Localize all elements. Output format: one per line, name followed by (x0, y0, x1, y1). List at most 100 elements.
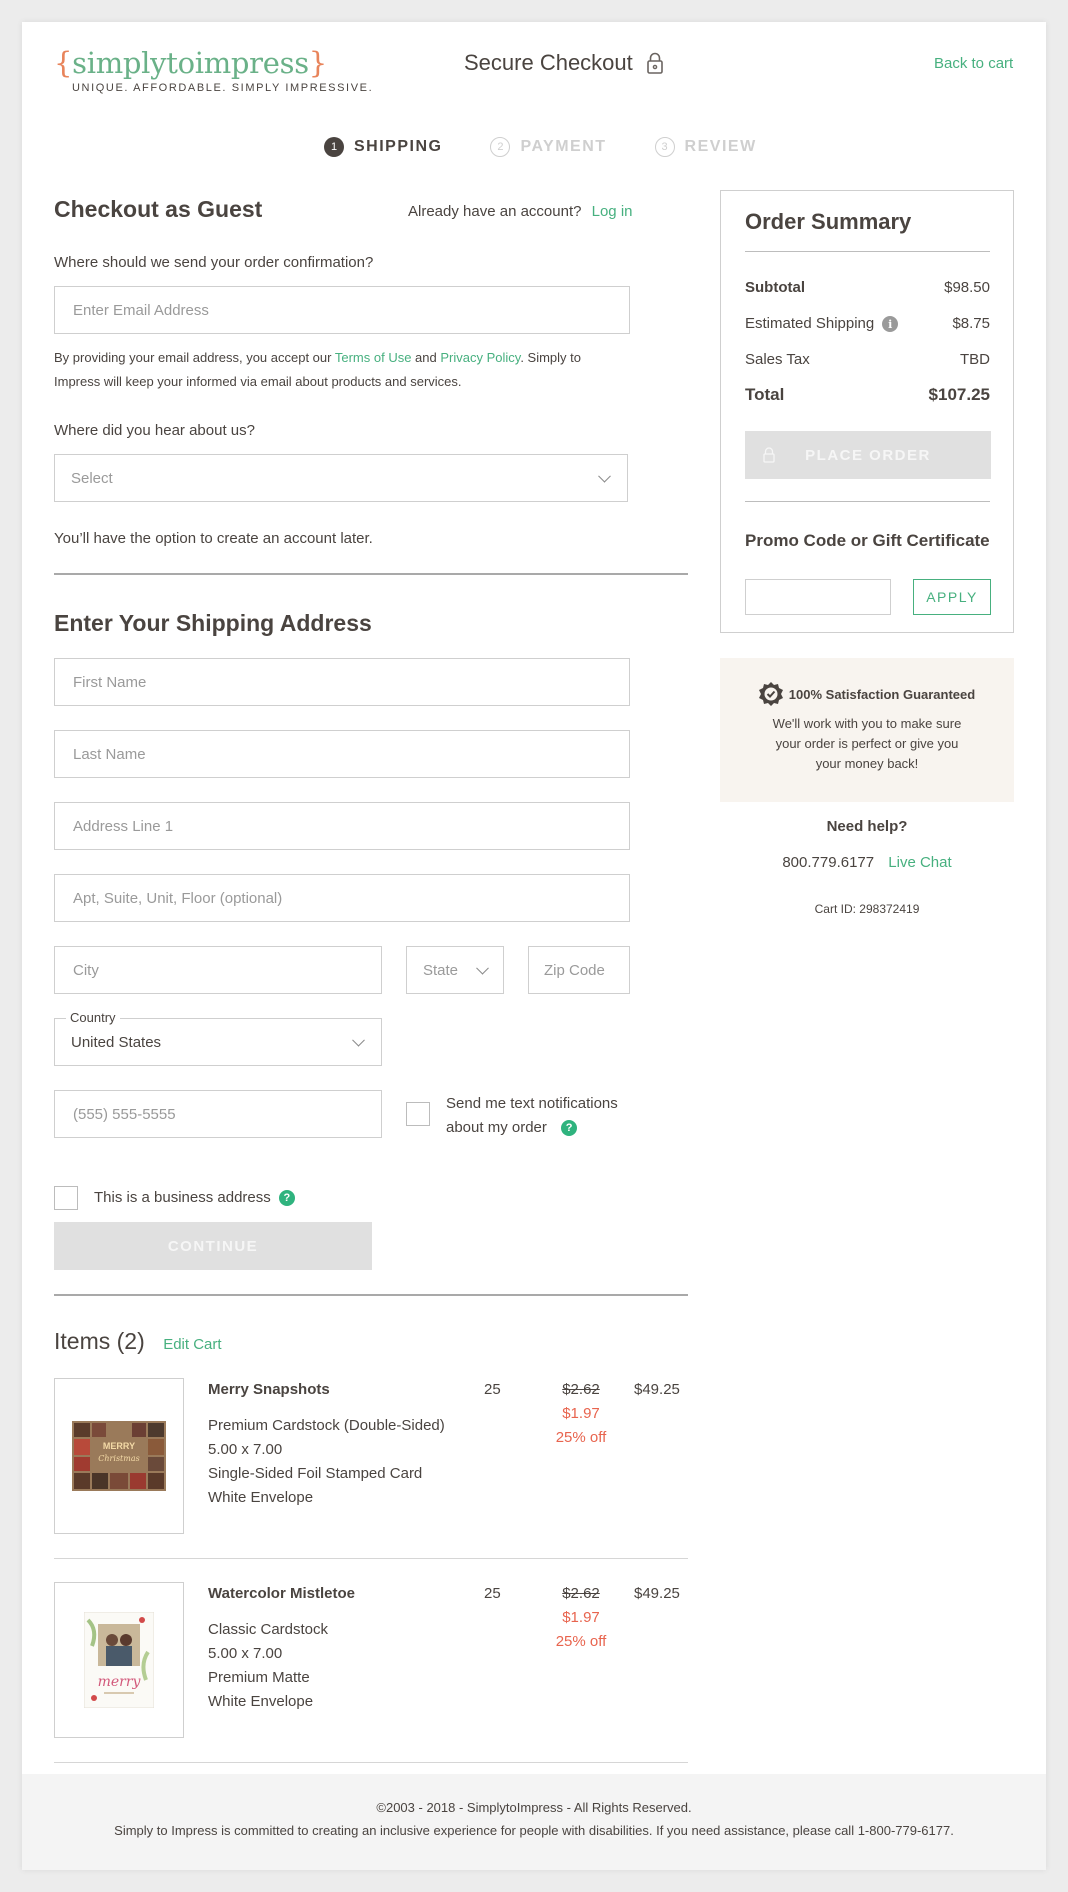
help-phone[interactable]: 800.779.6177 (782, 854, 874, 871)
item-details: Merry Snapshots Premium Cardstock (Doubl… (208, 1378, 445, 1510)
total-value: $107.25 (928, 385, 990, 404)
country-select[interactable]: United States (54, 1018, 382, 1066)
item-unit-price: $2.62 $1.97 25% off (546, 1378, 616, 1450)
section-divider (54, 1294, 688, 1296)
original-price: $2.62 (562, 1585, 600, 1602)
disclaimer-text: By providing your email address, you acc… (54, 350, 335, 365)
chevron-down-icon (352, 1033, 365, 1047)
guarantee-title-row: 100% Satisfaction Guaranteed (720, 682, 1014, 706)
product-detail: Classic Cardstock (208, 1621, 329, 1638)
product-detail: 5.00 x 7.00 (208, 1645, 283, 1662)
step-review[interactable]: 3 REVIEW (654, 137, 757, 157)
email-question: Where should we send your order confirma… (54, 254, 374, 271)
page-title: Secure Checkout (464, 50, 633, 75)
item-divider (54, 1762, 688, 1763)
guarantee-text: We'll work with you to make sure your or… (720, 714, 1014, 774)
step-label: PAYMENT (520, 138, 607, 155)
merry-snapshots-card-image: MERRY Christmas (72, 1421, 166, 1491)
info-icon[interactable]: i (882, 316, 899, 333)
step-number: 3 (654, 137, 675, 157)
shipping-heading: Enter Your Shipping Address (54, 610, 372, 636)
step-payment[interactable]: 2 PAYMENT (490, 137, 606, 157)
subtotal-row: Subtotal $98.50 (745, 279, 990, 296)
total-label: Total (745, 385, 785, 404)
total-row: Total $107.25 (745, 385, 990, 405)
step-label: SHIPPING (354, 138, 443, 155)
disclaimer-text: and (411, 350, 441, 365)
terms-link[interactable]: Terms of Use (335, 350, 412, 365)
product-detail: 5.00 x 7.00 (208, 1441, 283, 1458)
item-quantity: 25 (484, 1585, 501, 1602)
edit-cart-link[interactable]: Edit Cart (163, 1336, 221, 1353)
promo-code-input[interactable] (745, 579, 891, 615)
hear-about-select[interactable]: Select (54, 454, 628, 502)
guarantee-line: your order is perfect or give you (775, 736, 959, 751)
zip-code-field[interactable] (528, 946, 630, 994)
help-icon[interactable]: ? (561, 1120, 578, 1137)
checkout-page: {simplytoimpress} UNIQUE. AFFORDABLE. SI… (22, 22, 1046, 1870)
accessibility-note: Simply to Impress is committed to creati… (114, 1823, 954, 1838)
country-label: Country (66, 1010, 120, 1025)
account-prompt: Already have an account? Log in (408, 203, 633, 220)
first-name-field[interactable] (54, 658, 630, 706)
section-divider (54, 573, 688, 575)
secure-checkout-title: Secure Checkout (464, 50, 663, 76)
phone-field[interactable] (54, 1090, 382, 1138)
item-total: $49.25 (634, 1585, 680, 1602)
chevron-down-icon (476, 961, 489, 975)
watercolor-mistletoe-card-image: merry (84, 1612, 154, 1708)
business-address-text: This is a business address (94, 1189, 271, 1206)
address-line2-field[interactable] (54, 874, 630, 922)
select-value: State (423, 961, 459, 979)
continue-button[interactable]: CONTINUE (54, 1222, 372, 1270)
apply-button[interactable]: APPLY (913, 579, 991, 615)
sale-price: $1.97 (562, 1405, 600, 1422)
items-header: Items (2) Edit Cart (54, 1328, 222, 1355)
card-text: merry (98, 1674, 142, 1690)
need-help-heading: Need help? (826, 818, 908, 835)
select-value: United States (71, 1033, 162, 1051)
help-icon[interactable]: ? (278, 1190, 295, 1207)
product-name: Merry Snapshots (208, 1381, 330, 1398)
login-link[interactable]: Log in (592, 203, 633, 220)
city-field[interactable] (54, 946, 382, 994)
back-to-cart-link[interactable]: Back to cart (934, 55, 1013, 72)
privacy-link[interactable]: Privacy Policy (440, 350, 520, 365)
state-select[interactable]: State (406, 946, 504, 994)
place-order-label: PLACE ORDER (805, 446, 931, 464)
account-later-note: You’ll have the option to create an acco… (54, 530, 373, 547)
subtotal-label: Subtotal (745, 279, 805, 296)
checkout-steps: 1 SHIPPING 2 PAYMENT 3 REVIEW (324, 137, 757, 157)
product-thumbnail[interactable]: merry (54, 1582, 184, 1738)
live-chat-link[interactable]: Live Chat (888, 854, 951, 871)
copyright: ©2003 - 2018 - SimplytoImpress - All Rig… (376, 1800, 692, 1815)
item-divider (54, 1558, 688, 1559)
shipping-row: Estimated Shipping i $8.75 (745, 315, 990, 333)
sale-price: $1.97 (562, 1609, 600, 1626)
order-summary-heading: Order Summary (745, 209, 912, 234)
product-detail: Single-Sided Foil Stamped Card (208, 1465, 423, 1482)
shipping-value: $8.75 (952, 315, 990, 332)
email-input[interactable] (54, 286, 630, 334)
select-value: Select (71, 469, 113, 487)
step-number: 2 (490, 137, 511, 157)
step-shipping[interactable]: 1 SHIPPING (324, 137, 442, 157)
place-order-button[interactable]: PLACE ORDER (745, 431, 991, 479)
summary-divider (745, 251, 990, 252)
tax-label: Sales Tax (745, 351, 810, 368)
product-detail: White Envelope (208, 1693, 314, 1710)
last-name-field[interactable] (54, 730, 630, 778)
item-unit-price: $2.62 $1.97 25% off (546, 1582, 616, 1654)
business-address-checkbox[interactable] (54, 1186, 78, 1210)
checkmark-badge-icon (758, 682, 783, 706)
cart-id: Cart ID: 298372419 (814, 902, 920, 916)
promo-heading: Promo Code or Gift Certificate (745, 531, 990, 550)
logo[interactable]: {simplytoimpress} UNIQUE. AFFORDABLE. SI… (54, 46, 373, 94)
text-notifications-label: Send me text notifications about my orde… (446, 1092, 618, 1140)
address-line1-field[interactable] (54, 802, 630, 850)
original-price: $2.62 (562, 1381, 600, 1398)
product-thumbnail[interactable]: MERRY Christmas (54, 1378, 184, 1534)
lock-icon (763, 447, 775, 463)
text-notifications-checkbox[interactable] (406, 1102, 430, 1126)
order-summary-panel: Order Summary Subtotal $98.50 Estimated … (720, 190, 1014, 633)
